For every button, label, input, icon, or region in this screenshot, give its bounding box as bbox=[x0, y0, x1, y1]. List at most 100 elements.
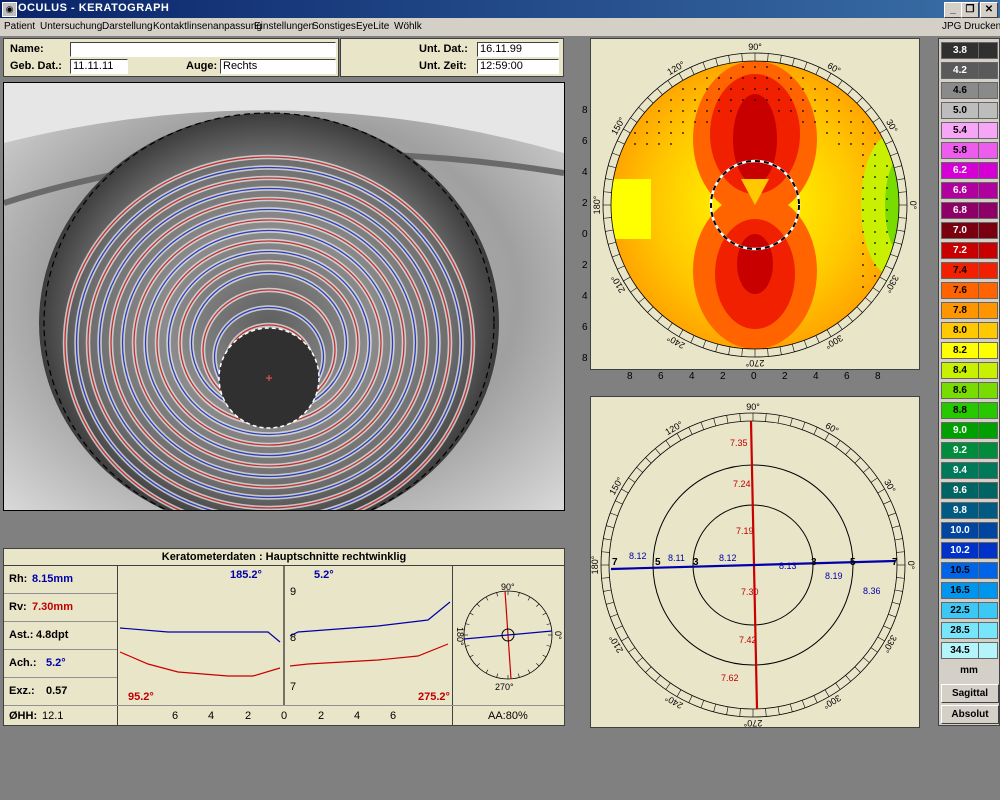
meridian-angle-label: 30° bbox=[882, 478, 898, 495]
scale-value: 7.2 bbox=[941, 242, 979, 259]
scale-color-swatch bbox=[978, 642, 998, 659]
menu-woehlk[interactable]: Wöhlk bbox=[394, 21, 422, 32]
topo-y-tick: 2 bbox=[582, 198, 588, 209]
topo-y-tick: 4 bbox=[582, 167, 588, 178]
scale-item: 4.6 bbox=[941, 82, 998, 99]
scale-item: 9.4 bbox=[941, 462, 998, 479]
x-tick-2r: 2 bbox=[318, 710, 325, 722]
topo-y-tick: 6 bbox=[582, 136, 588, 147]
menu-untersuchung[interactable]: Untersuchung bbox=[40, 21, 102, 32]
horizontal-value-5: 8.19 bbox=[825, 571, 843, 581]
scale-item: 7.0 bbox=[941, 222, 998, 239]
meridian-diagram: 90° 60° 30° 0° 330° 300° 270° 240° 210° 180° 150° 1… bbox=[590, 402, 916, 728]
auge-label: Auge: bbox=[186, 60, 218, 72]
angle-bot-right: 275.2° bbox=[418, 691, 450, 703]
vertical-value-2: 7.24 bbox=[733, 479, 751, 489]
mini-angle-270: 270° bbox=[495, 682, 514, 692]
scale-color-swatch bbox=[978, 502, 998, 519]
scale-item: 8.2 bbox=[941, 342, 998, 359]
scale-value: 5.8 bbox=[941, 142, 979, 159]
scale-color-swatch bbox=[978, 222, 998, 239]
topo-y-tick: 4 bbox=[582, 291, 588, 302]
menu-kontaktlinsenanpassung[interactable]: Kontaktlinsenanpassung bbox=[153, 21, 262, 32]
eye-image-panel[interactable] bbox=[3, 82, 565, 511]
patient-info-panel: Name: Geb. Dat.: 11.11.11 Auge: Rechts bbox=[3, 38, 339, 77]
scale-color-swatch bbox=[978, 482, 998, 499]
scale-item: 8.4 bbox=[941, 362, 998, 379]
scale-item: 9.0 bbox=[941, 422, 998, 439]
meridian-angle-label: 210° bbox=[607, 633, 625, 654]
menu-drucken[interactable]: Drucken bbox=[964, 21, 1000, 32]
scale-value: 10.0 bbox=[941, 522, 979, 539]
scale-item: 5.8 bbox=[941, 142, 998, 159]
scale-value: 8.2 bbox=[941, 342, 979, 359]
meridian-panel[interactable]: 90° 60° 30° 0° 330° 300° 270° 240° 210° 180° 150° 1… bbox=[590, 396, 920, 728]
minimize-button[interactable]: _ bbox=[944, 2, 962, 18]
scale-value: 9.2 bbox=[941, 442, 979, 459]
topo-angle-label: 240° bbox=[665, 333, 686, 351]
topo-y-tick: 8 bbox=[582, 353, 588, 364]
scale-value: 4.2 bbox=[941, 62, 979, 79]
scale-color-swatch bbox=[978, 302, 998, 319]
geb-dat-field[interactable]: 11.11.11 bbox=[70, 59, 128, 74]
ast-value: 4.8dpt bbox=[36, 629, 69, 641]
ring-3-left: 3 bbox=[693, 557, 699, 568]
scale-item: 5.0 bbox=[941, 102, 998, 119]
scale-item: 9.8 bbox=[941, 502, 998, 519]
unt-dat-field[interactable]: 16.11.99 bbox=[477, 42, 559, 57]
topography-panel[interactable]: 90° 60° 30° 0° 330° 300° 270° 240° 210° 180° 150° 1… bbox=[582, 38, 920, 382]
scale-item: 6.8 bbox=[941, 202, 998, 219]
topo-x-tick: 4 bbox=[689, 371, 695, 382]
menu-patient[interactable]: Patient bbox=[4, 21, 35, 32]
close-button[interactable]: ✕ bbox=[980, 2, 998, 18]
scale-value: 28.5 bbox=[941, 622, 979, 639]
rv-value: 7.30mm bbox=[32, 601, 73, 613]
menu-sonstiges[interactable]: Sonstiges bbox=[312, 21, 356, 32]
scale-color-swatch bbox=[978, 242, 998, 259]
ring-7-left: 7 bbox=[612, 557, 618, 568]
exam-info-panel: Unt. Dat.: 16.11.99 Unt. Zeit: 12:59:00 bbox=[340, 38, 564, 77]
scale-value: 6.8 bbox=[941, 202, 979, 219]
horizontal-value-3: 8.12 bbox=[719, 553, 737, 563]
topo-x-tick: 8 bbox=[627, 371, 633, 382]
topo-angle-label: 120° bbox=[665, 59, 686, 77]
horizontal-value-4: 8.13 bbox=[779, 561, 797, 571]
menu-darstellung[interactable]: Darstellung bbox=[102, 21, 153, 32]
y-tick-7: 7 bbox=[290, 681, 297, 693]
scale-color-swatch bbox=[978, 282, 998, 299]
scale-value: 9.8 bbox=[941, 502, 979, 519]
menu-jpg[interactable]: JPG bbox=[942, 21, 961, 32]
restore-button[interactable]: ❐ bbox=[961, 2, 979, 18]
scale-item: 10.5 bbox=[941, 562, 998, 579]
scale-value: 8.8 bbox=[941, 402, 979, 419]
scale-item: 9.2 bbox=[941, 442, 998, 459]
name-field[interactable] bbox=[70, 42, 336, 57]
scale-color-swatch bbox=[978, 162, 998, 179]
scale-item: 6.2 bbox=[941, 162, 998, 179]
keratometer-panel: Keratometerdaten : Hauptschnitte rechtwi… bbox=[3, 548, 565, 726]
scale-color-swatch bbox=[978, 122, 998, 139]
scale-color-swatch bbox=[978, 102, 998, 119]
meridian-angle-label: 120° bbox=[663, 419, 684, 437]
topo-angle-label: 180° bbox=[592, 195, 602, 214]
scale-item: 10.0 bbox=[941, 522, 998, 539]
angle-top-right: 5.2° bbox=[314, 569, 334, 581]
meridian-angle-label: 60° bbox=[824, 420, 841, 436]
topography-map: 90° 60° 30° 0° 330° 300° 270° 240° 210° 180° 150° 1… bbox=[592, 42, 918, 368]
menu-einstellungen[interactable]: Einstellungen bbox=[254, 21, 314, 32]
meridian-angle-label: 270° bbox=[743, 718, 762, 727]
scale-value: 22.5 bbox=[941, 602, 979, 619]
geb-dat-label: Geb. Dat.: bbox=[10, 60, 62, 72]
x-tick-0: 0 bbox=[281, 710, 288, 722]
auge-field[interactable]: Rechts bbox=[220, 59, 336, 74]
vertical-value-6: 7.62 bbox=[721, 673, 739, 683]
sagittal-button[interactable]: Sagittal bbox=[941, 684, 999, 703]
ach-label: Ach.: bbox=[9, 657, 37, 669]
scale-color-swatch bbox=[978, 602, 998, 619]
menu-eyelite[interactable]: EyeLite bbox=[356, 21, 389, 32]
scale-color-swatch bbox=[978, 442, 998, 459]
topo-angle-label: 90° bbox=[748, 42, 762, 52]
unt-zeit-field[interactable]: 12:59:00 bbox=[477, 59, 559, 74]
scale-value: 7.0 bbox=[941, 222, 979, 239]
absolut-button[interactable]: Absolut bbox=[941, 705, 999, 724]
